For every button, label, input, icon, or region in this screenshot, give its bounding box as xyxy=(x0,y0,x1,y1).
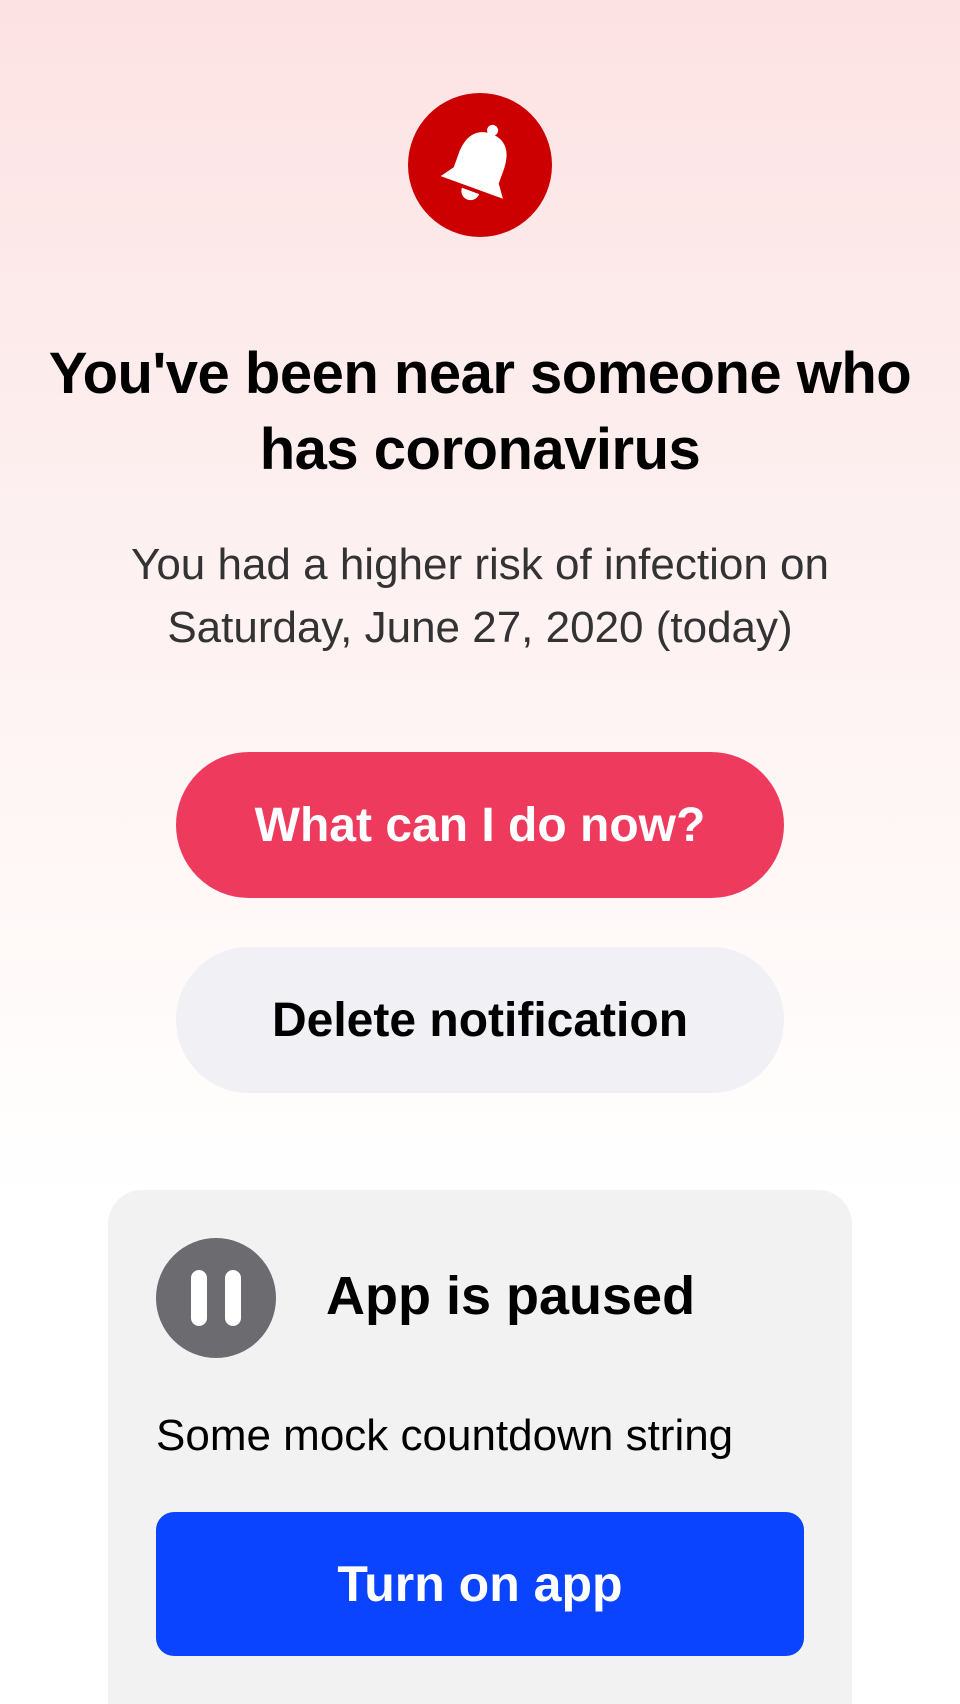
delete-notification-button[interactable]: Delete notification xyxy=(176,947,784,1093)
bell-icon xyxy=(408,93,552,237)
app-paused-card: App is paused Some mock countdown string… xyxy=(108,1190,852,1704)
countdown-text: Some mock countdown string xyxy=(156,1411,734,1460)
pause-icon xyxy=(156,1238,276,1358)
pause-bar-right xyxy=(225,1270,241,1326)
turn-on-app-button[interactable]: Turn on app xyxy=(156,1512,804,1656)
exposure-headline: You've been near someone who has coronav… xyxy=(48,341,912,482)
pause-bar-left xyxy=(191,1270,207,1326)
exposure-date-text: You had a higher risk of infection on Sa… xyxy=(131,540,829,652)
what-can-i-do-button[interactable]: What can I do now? xyxy=(176,752,784,898)
paused-title: App is paused xyxy=(326,1266,696,1326)
bell-icon-glyph xyxy=(440,124,507,201)
